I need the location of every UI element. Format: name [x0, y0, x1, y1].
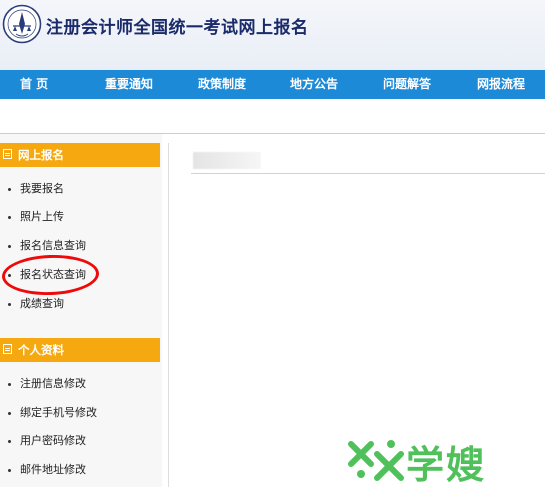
sidebar-item-label: 邮件地址修改 [20, 463, 86, 476]
nav-item-home[interactable]: 首 页 [20, 70, 48, 99]
main-nav: 首 页 重要通知 政策制度 地方公告 问题解答 网报流程 [0, 70, 545, 99]
site-title: 注册会计师全国统一考试网上报名 [46, 18, 309, 38]
sidebar-item-score-query[interactable]: 成绩查询 [8, 294, 158, 314]
site-header: 注册会计师全国统一考试网上报名 [0, 0, 545, 70]
sidebar-item-label: 绑定手机号修改 [20, 406, 97, 419]
watermark: 学嫂 [347, 436, 507, 487]
section-header-personal-info: 个人资料 [0, 338, 160, 362]
blurred-title [193, 152, 261, 169]
nav-item-local-announcements[interactable]: 地方公告 [290, 70, 338, 99]
bullet-icon [8, 187, 11, 191]
bullet-icon [8, 244, 11, 248]
sidebar-item-label: 成绩查询 [20, 297, 64, 310]
bullet-icon [8, 468, 11, 472]
watermark-logo-icon [348, 440, 404, 481]
document-icon [3, 344, 12, 354]
sidebar-item-label: 用户密码修改 [20, 434, 86, 447]
nav-item-notices[interactable]: 重要通知 [105, 70, 153, 99]
bullet-icon [8, 411, 11, 415]
section-title: 网上报名 [18, 148, 64, 162]
cicpa-emblem-icon[interactable] [2, 4, 42, 44]
bullet-icon [8, 382, 11, 386]
sidebar: 网上报名 我要报名 照片上传 报名信息查询 报名状态查询 成绩查询 个人资料 注… [0, 134, 162, 487]
bullet-icon [8, 439, 11, 443]
sidebar-item-register[interactable]: 我要报名 [8, 179, 158, 199]
watermark-text: 学嫂 [406, 443, 487, 487]
sidebar-item-label: 照片上传 [20, 210, 64, 223]
sidebar-item-registration-info[interactable]: 报名信息查询 [8, 236, 158, 256]
sidebar-item-photo-upload[interactable]: 照片上传 [8, 207, 158, 227]
sidebar-item-edit-registration[interactable]: 注册信息修改 [8, 374, 158, 394]
section-header-online-registration: 网上报名 [0, 143, 160, 167]
nav-item-faq[interactable]: 问题解答 [383, 70, 431, 99]
sub-bar [0, 99, 545, 134]
section-title: 个人资料 [18, 343, 64, 357]
nav-item-process[interactable]: 网报流程 [477, 70, 525, 99]
divider [191, 173, 545, 174]
document-icon [3, 149, 12, 159]
sidebar-item-edit-phone[interactable]: 绑定手机号修改 [8, 403, 158, 423]
nav-item-policies[interactable]: 政策制度 [198, 70, 246, 99]
sidebar-item-edit-password[interactable]: 用户密码修改 [8, 431, 158, 451]
bullet-icon [8, 215, 11, 219]
sidebar-item-label: 我要报名 [20, 182, 64, 195]
sidebar-item-label: 报名信息查询 [20, 239, 86, 252]
sidebar-item-label: 注册信息修改 [20, 377, 86, 390]
bullet-icon [8, 302, 11, 306]
sidebar-item-edit-email[interactable]: 邮件地址修改 [8, 460, 158, 480]
